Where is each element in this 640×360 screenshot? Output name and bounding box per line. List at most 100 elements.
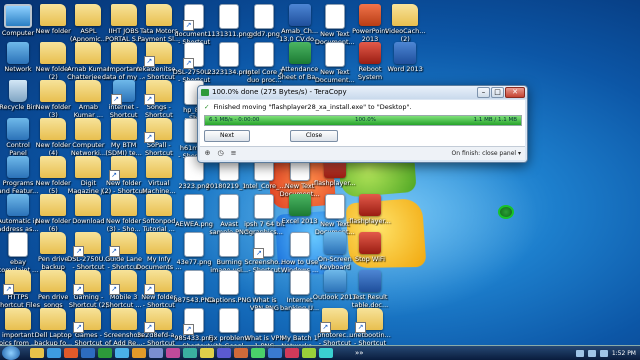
folder-icon [392,4,419,26]
taskbar-app-icon[interactable] [217,348,231,358]
taskbar-chrome-icon[interactable] [47,348,61,358]
desktop-icon-label: Word 2013 [387,66,423,73]
taskbar-overflow-button[interactable]: »» [355,348,369,358]
close-window-button[interactable]: ✕ [505,87,525,98]
taskbar: »» 1:52 PM [0,345,640,360]
doc-icon [219,270,240,295]
taskbar-app-icon[interactable] [268,348,282,358]
clock[interactable]: 1:52 PM [612,350,636,357]
taskbar-app-icon[interactable] [251,348,265,358]
app-icon [7,118,29,140]
word-icon [288,4,311,26]
status-message: ✓ Finished moving "flashplayer28_xa_insta… [204,103,412,111]
app-icon [110,80,135,105]
taskbar-word-icon[interactable] [81,348,95,358]
busy-cursor-icon [498,205,514,219]
taskbar-app-icon[interactable] [183,348,197,358]
doc-icon [254,194,275,219]
start-button[interactable] [2,346,20,360]
doc-icon [324,194,345,219]
doc-icon [219,194,240,219]
excel-icon [288,194,311,216]
desktop-icon-label: Stop WiFi [354,256,385,263]
doc-icon [184,232,204,257]
checkmark-icon: ✓ [204,103,210,111]
doc-icon [183,308,204,335]
doc-icon [8,232,28,257]
taskbar-media-icon[interactable] [64,348,78,358]
red-icon [359,232,381,254]
speed-text: 6.1 MB/s - 0:00:00 [209,117,260,123]
doc-icon [219,42,240,67]
add-icon[interactable]: ⊕ [203,149,212,158]
volume-icon[interactable] [587,349,596,357]
taskbar-app-icon[interactable] [149,348,163,358]
teracopy-title-bar[interactable]: 100.0% done (275 Bytes/s) - TeraCopy – □… [198,86,527,99]
desktop-icon-label: VideoCach... (2) [384,28,426,43]
teracopy-icon [201,89,209,96]
taskbar-app-icon[interactable] [234,348,248,358]
teracopy-window[interactable]: 100.0% done (275 Bytes/s) - TeraCopy – □… [197,85,528,163]
network-icon[interactable] [575,349,584,357]
doc-icon [254,308,275,333]
taskbar-app-icon[interactable] [319,348,333,358]
percent-text: 100.0% [355,117,376,123]
doc-icon [219,232,240,257]
app-icon [7,42,29,64]
taskbar-browser-icon[interactable] [115,348,129,358]
app-icon [7,156,29,178]
taskbar-app-icon[interactable] [166,348,180,358]
menu-icon[interactable]: ≡ [229,149,238,158]
doc-icon [219,4,240,29]
system-tray: 1:52 PM [575,346,636,360]
desktop-icon[interactable]: VideoCach... (2) [379,4,431,43]
desktop-icon[interactable]: Test Result table.doc... [344,270,396,309]
taskbar-browser-icon[interactable] [132,348,146,358]
taskbar-app-icon[interactable] [285,348,299,358]
status-text: Finished moving "flashplayer28_xa_instal… [213,103,412,111]
doc-icon [324,4,345,29]
red-icon [359,42,381,64]
bin-icon [9,80,27,102]
flag-icon[interactable] [599,349,608,357]
taskbar-explorer-icon[interactable] [30,348,44,358]
progress-bar: 6.1 MB/s - 0:00:00 100.0% 1.1 MB / 1.1 M… [204,115,522,126]
word-icon [359,270,381,292]
taskbar-app-icon[interactable] [302,348,316,358]
doc-icon [253,232,275,259]
maximize-button[interactable]: □ [491,87,504,98]
desktop-icon-label: flashplayer... [313,180,356,187]
history-icon[interactable]: ◷ [216,149,225,158]
taskbar-app-icon[interactable] [200,348,214,358]
taskbar-teracopy-icon[interactable] [98,348,112,358]
folder-icon [355,308,383,333]
red-icon [359,194,381,216]
doc-icon [289,308,310,333]
close-button[interactable]: Close [290,130,338,142]
desktop-icon[interactable]: unetbootin... - Shortcut [344,308,396,347]
desktop-icon[interactable]: Stop WiFi [344,232,396,264]
ppt-icon [359,4,381,26]
size-text: 1.1 MB / 1.1 MB [473,117,517,123]
desktop-icon[interactable]: Word 2013 [379,42,431,74]
doc-icon [254,42,275,67]
desktop-icon-label: Test Result table.doc... [351,294,389,309]
doc-icon [254,4,275,29]
doc-icon [254,270,275,295]
next-button[interactable]: Next [204,130,250,142]
excel-icon [288,42,311,64]
doc-icon [184,194,204,219]
doc-icon [183,42,204,69]
doc-icon [289,270,310,295]
app-icon [323,270,346,292]
teracopy-footer: ⊕ ◷ ≡ On finish: close panel ▾ [200,146,525,160]
doc-icon [219,308,240,333]
doc-icon [184,270,204,295]
minimize-button[interactable]: – [477,87,490,98]
doc-icon [324,42,345,67]
desktop-icon-label: flashplayer... [349,218,391,225]
doc-icon [183,4,204,31]
on-finish-dropdown[interactable]: On finish: close panel ▾ [452,149,521,158]
doc-icon [289,232,310,257]
desktop-icon[interactable]: flashplayer... [344,194,396,226]
